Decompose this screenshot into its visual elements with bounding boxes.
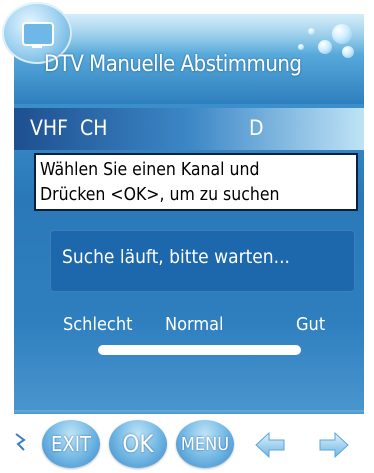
signal-label-good: Gut (296, 314, 326, 335)
corner-mark-icon (15, 433, 26, 451)
signal-strength-bar (98, 345, 301, 355)
band-label: VHF (30, 116, 69, 140)
signal-label-bad: Schlecht (63, 314, 133, 335)
page-title: DTV Manuelle Abstimmung (44, 52, 302, 77)
exit-button[interactable]: EXIT (42, 420, 100, 468)
panel-edge (14, 410, 364, 414)
signal-label-normal: Normal (165, 314, 224, 335)
instruction-message: Wählen Sie einen Kanal und Drücken <OK>,… (34, 153, 358, 211)
channel-value[interactable]: D (249, 116, 264, 140)
arrow-left-icon[interactable] (254, 430, 286, 460)
search-status-text: Suche läuft, bitte warten... (62, 246, 290, 268)
instruction-line-2: Drücken <OK>, um zu suchen (40, 185, 280, 205)
ok-button[interactable]: OK (109, 420, 167, 468)
arrow-right-icon[interactable] (318, 430, 350, 460)
channel-label[interactable]: CH (80, 116, 107, 140)
instruction-line-1: Wählen Sie einen Kanal und (40, 160, 260, 180)
dtv-manual-tuning-screen: DTV Manuelle Abstimmung VHF CH D Wählen … (0, 0, 374, 473)
signal-strength-fill (98, 345, 301, 355)
menu-button[interactable]: MENU (176, 420, 234, 468)
